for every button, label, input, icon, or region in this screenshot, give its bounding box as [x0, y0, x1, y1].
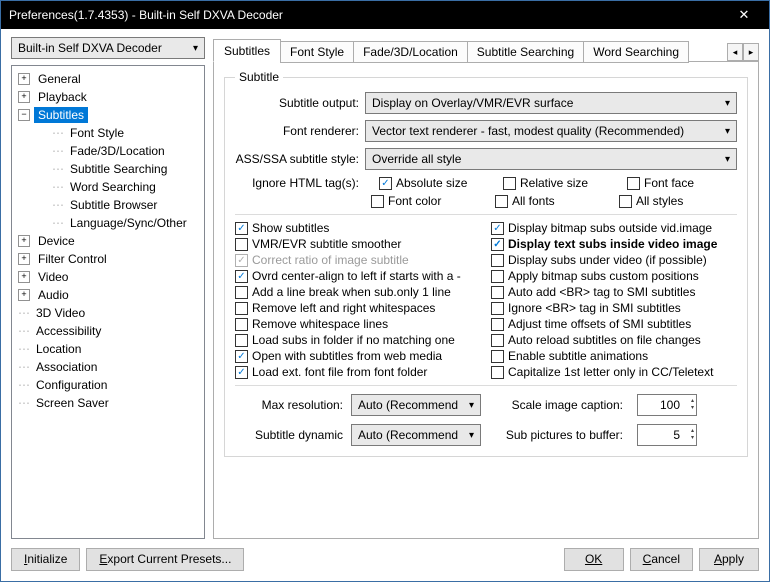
- tree-item-association[interactable]: ⋯Association: [14, 358, 202, 376]
- label-ass-ssa-style: ASS/SSA subtitle style:: [235, 152, 365, 166]
- tree-dots-icon: ⋯: [52, 144, 66, 158]
- check-add-linebreak[interactable]: Add a line break when sub.only 1 line: [235, 285, 481, 299]
- select-ass-ssa-style[interactable]: Override all style: [365, 148, 737, 170]
- tree-item-audio[interactable]: +Audio: [14, 286, 202, 304]
- check-ignore-br-smi[interactable]: Ignore <BR> tag in SMI subtitles: [491, 301, 737, 315]
- ok-button[interactable]: OK: [564, 548, 624, 571]
- check-load-no-match[interactable]: Load subs in folder if no matching one: [235, 333, 481, 347]
- check-cap-first-cc[interactable]: Capitalize 1st letter only in CC/Teletex…: [491, 365, 737, 379]
- tree-item-screen-saver[interactable]: ⋯Screen Saver: [14, 394, 202, 412]
- check-remove-lr-ws[interactable]: Remove left and right whitespaces: [235, 301, 481, 315]
- subtitle-legend: Subtitle: [235, 70, 283, 84]
- expand-icon[interactable]: +: [18, 91, 30, 103]
- select-max-resolution[interactable]: Auto (Recommend: [351, 394, 481, 416]
- tree-item-word-searching[interactable]: ⋯Word Searching: [14, 178, 202, 196]
- expand-icon[interactable]: +: [18, 289, 30, 301]
- initialize-button[interactable]: Initialize: [11, 548, 80, 571]
- tab-subtitle-searching[interactable]: Subtitle Searching: [467, 41, 584, 63]
- window-title: Preferences(1.7.4353) - Built-in Self DX…: [9, 8, 727, 22]
- tree-item-subtitles[interactable]: −Subtitles: [14, 106, 202, 124]
- decoder-combo-value: Built-in Self DXVA Decoder: [18, 41, 162, 55]
- label-sub-pictures-buffer: Sub pictures to buffer:: [489, 428, 629, 442]
- check-remove-ws-lines[interactable]: Remove whitespace lines: [235, 317, 481, 331]
- expand-icon[interactable]: +: [18, 235, 30, 247]
- check-show-subtitles[interactable]: Show subtitles: [235, 221, 481, 235]
- tree-dots-icon: ⋯: [18, 324, 32, 338]
- tree-item-device[interactable]: +Device: [14, 232, 202, 250]
- expand-icon[interactable]: +: [18, 271, 30, 283]
- tab-font-style[interactable]: Font Style: [280, 41, 354, 63]
- tree-item-fade3d[interactable]: ⋯Fade/3D/Location: [14, 142, 202, 160]
- export-presets-button[interactable]: Export Current Presets...: [86, 548, 244, 571]
- titlebar: Preferences(1.7.4353) - Built-in Self DX…: [1, 1, 769, 29]
- label-scale-image-caption: Scale image caption:: [489, 398, 629, 412]
- label-subtitle-output: Subtitle output:: [235, 96, 365, 110]
- tree-item-subtitle-searching[interactable]: ⋯Subtitle Searching: [14, 160, 202, 178]
- check-absolute-size[interactable]: Absolute size: [379, 176, 489, 190]
- tab-word-searching[interactable]: Word Searching: [583, 41, 689, 63]
- check-enable-anim[interactable]: Enable subtitle animations: [491, 349, 737, 363]
- tree-item-configuration[interactable]: ⋯Configuration: [14, 376, 202, 394]
- tree-item-subtitle-browser[interactable]: ⋯Subtitle Browser: [14, 196, 202, 214]
- check-display-bitmap-outside[interactable]: Display bitmap subs outside vid.image: [491, 221, 737, 235]
- check-all-fonts[interactable]: All fonts: [495, 194, 605, 208]
- tree-dots-icon: ⋯: [52, 198, 66, 212]
- tree-item-3d-video[interactable]: ⋯3D Video: [14, 304, 202, 322]
- label-font-renderer: Font renderer:: [235, 124, 365, 138]
- tree-dots-icon: ⋯: [52, 180, 66, 194]
- label-ignore-html: Ignore HTML tag(s):: [235, 176, 365, 190]
- check-font-color[interactable]: Font color: [371, 194, 481, 208]
- decoder-combo[interactable]: Built-in Self DXVA Decoder: [11, 37, 205, 59]
- select-subtitle-dynamic[interactable]: Auto (Recommend: [351, 424, 481, 446]
- tree-dots-icon: ⋯: [18, 360, 32, 374]
- check-load-ext-font[interactable]: Load ext. font file from font folder: [235, 365, 481, 379]
- cancel-button[interactable]: Cancel: [630, 548, 693, 571]
- tree-item-location[interactable]: ⋯Location: [14, 340, 202, 358]
- input-scale-image-caption[interactable]: 100: [637, 394, 697, 416]
- tab-fade3d[interactable]: Fade/3D/Location: [353, 41, 468, 63]
- expand-icon[interactable]: +: [18, 73, 30, 85]
- check-ovrd-center[interactable]: Ovrd center-align to left if starts with…: [235, 269, 481, 283]
- tree-item-filter-control[interactable]: +Filter Control: [14, 250, 202, 268]
- check-correct-ratio: Correct ratio of image subtitle: [235, 253, 481, 267]
- tree-item-accessibility[interactable]: ⋯Accessibility: [14, 322, 202, 340]
- tab-subtitles[interactable]: Subtitles: [213, 39, 281, 62]
- tree-dots-icon: ⋯: [52, 126, 66, 140]
- check-auto-reload[interactable]: Auto reload subtitles on file changes: [491, 333, 737, 347]
- tree-dots-icon: ⋯: [18, 396, 32, 410]
- tree-dots-icon: ⋯: [52, 216, 66, 230]
- apply-button[interactable]: Apply: [699, 548, 759, 571]
- check-display-under-video[interactable]: Display subs under video (if possible): [491, 253, 737, 267]
- label-max-resolution: Max resolution:: [235, 398, 343, 412]
- tree-item-playback[interactable]: +Playback: [14, 88, 202, 106]
- tab-scroll-right[interactable]: ▸: [743, 43, 759, 61]
- select-subtitle-output[interactable]: Display on Overlay/VMR/EVR surface: [365, 92, 737, 114]
- tree-dots-icon: ⋯: [18, 306, 32, 320]
- subtitle-group: Subtitle Subtitle output: Display on Ove…: [224, 70, 748, 457]
- select-font-renderer[interactable]: Vector text renderer - fast, modest qual…: [365, 120, 737, 142]
- check-all-styles[interactable]: All styles: [619, 194, 729, 208]
- check-adjust-smi-offsets[interactable]: Adjust time offsets of SMI subtitles: [491, 317, 737, 331]
- tree-item-video[interactable]: +Video: [14, 268, 202, 286]
- check-relative-size[interactable]: Relative size: [503, 176, 613, 190]
- expand-icon[interactable]: +: [18, 253, 30, 265]
- label-subtitle-dynamic: Subtitle dynamic: [235, 428, 343, 442]
- settings-tree[interactable]: +General +Playback −Subtitles ⋯Font Styl…: [11, 65, 205, 539]
- tree-item-lang-sync[interactable]: ⋯Language/Sync/Other: [14, 214, 202, 232]
- tree-item-general[interactable]: +General: [14, 70, 202, 88]
- check-apply-bitmap-custom[interactable]: Apply bitmap subs custom positions: [491, 269, 737, 283]
- check-vmr-evr-smoother[interactable]: VMR/EVR subtitle smoother: [235, 237, 481, 251]
- check-open-web-media[interactable]: Open with subtitles from web media: [235, 349, 481, 363]
- tree-dots-icon: ⋯: [18, 342, 32, 356]
- tree-dots-icon: ⋯: [52, 162, 66, 176]
- input-sub-pictures-buffer[interactable]: 5: [637, 424, 697, 446]
- collapse-icon[interactable]: −: [18, 109, 30, 121]
- tree-item-font-style[interactable]: ⋯Font Style: [14, 124, 202, 142]
- tab-scroll-left[interactable]: ◂: [727, 43, 743, 61]
- check-font-face[interactable]: Font face: [627, 176, 737, 190]
- check-auto-add-br-smi[interactable]: Auto add <BR> tag to SMI subtitles: [491, 285, 737, 299]
- check-display-text-inside[interactable]: Display text subs inside video image: [491, 237, 737, 251]
- close-button[interactable]: ✕: [727, 4, 761, 26]
- tree-dots-icon: ⋯: [18, 378, 32, 392]
